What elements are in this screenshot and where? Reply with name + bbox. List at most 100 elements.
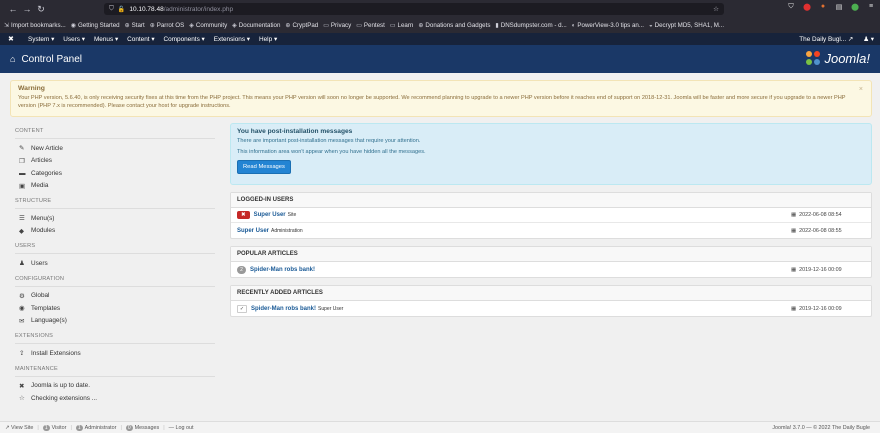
- bookmark-star-icon[interactable]: ☆: [713, 5, 719, 13]
- close-icon[interactable]: ×: [859, 86, 863, 93]
- messages-link[interactable]: 0 Messages: [125, 424, 159, 431]
- sidebar-heading: EXTENSIONS: [15, 333, 215, 344]
- reload-icon[interactable]: ↻: [34, 4, 48, 15]
- bookmark-item[interactable]: ▭ Privacy: [323, 22, 351, 29]
- menu-system[interactable]: System ▾: [28, 35, 54, 43]
- user-client: Site: [287, 212, 297, 218]
- ublock-icon[interactable]: ⬤: [802, 3, 812, 11]
- bookmark-item[interactable]: ▭ Pentest: [356, 22, 385, 29]
- home-icon: ⌂: [10, 54, 16, 64]
- globe-icon: ⊕: [149, 23, 155, 29]
- fox-extension-icon[interactable]: ●: [818, 3, 828, 11]
- sidebar-item-articles[interactable]: ❐ Articles: [15, 155, 215, 168]
- sidebar-item-joomla-is-up-to-date[interactable]: ✖ Joomla is up to date.: [15, 380, 215, 393]
- menu-menus[interactable]: Menus ▾: [94, 35, 118, 43]
- published-check-icon[interactable]: ✓: [237, 304, 247, 313]
- calendar-icon: ▦: [791, 212, 797, 218]
- bookmark-item[interactable]: ▮ DNSdumpster.com - d...: [495, 22, 566, 29]
- bookmark-item[interactable]: ▭ Learn: [390, 22, 414, 29]
- joomla-mini-icon[interactable]: ✖: [8, 35, 18, 43]
- administrators-link[interactable]: 1 Administrator: [75, 424, 116, 431]
- article-link[interactable]: Spider-Man robs bank!: [250, 267, 315, 273]
- menu-help[interactable]: Help ▾: [259, 35, 277, 43]
- sidebar-item-users[interactable]: ♟ Users: [15, 257, 215, 270]
- cube-icon: ◆: [19, 227, 24, 235]
- menu-users[interactable]: Users ▾: [63, 35, 85, 43]
- star-icon: ☆: [19, 395, 25, 403]
- sidebar-item-menu-s[interactable]: ☰ Menu(s): [15, 212, 215, 225]
- url-bar[interactable]: ⛉ 🔓 10.10.78.48 /administrator/index.php…: [104, 3, 724, 15]
- bookmark-item[interactable]: ◉ Getting Started: [71, 22, 120, 29]
- menu-extensions[interactable]: Extensions ▾: [214, 35, 250, 43]
- sidebar-heading: STRUCTURE: [15, 198, 215, 209]
- module-heading: POPULAR ARTICLES: [231, 247, 871, 262]
- article-link[interactable]: Spider-Man robs bank!: [251, 306, 316, 312]
- github-icon: ◐: [571, 22, 576, 29]
- container-icon[interactable]: ▤: [834, 3, 844, 11]
- bookmark-item[interactable]: ◈ Community: [189, 22, 227, 29]
- back-icon[interactable]: ←: [6, 4, 20, 14]
- sidebar-item-global[interactable]: ⚙ Global: [15, 290, 215, 303]
- firefox-icon: ◉: [70, 23, 76, 29]
- bookmark-item[interactable]: ⊕ CryptPad: [285, 22, 318, 29]
- visitors-link[interactable]: 1 Visitor: [42, 424, 66, 431]
- php-warning-alert: × Warning Your PHP version, 5.6.40, is o…: [10, 80, 872, 117]
- pencil-icon: ✎: [19, 145, 25, 153]
- bookmark-item[interactable]: ◒ Decrypt MD5, SHA1, M...: [649, 22, 724, 29]
- folder-icon: ▭: [323, 23, 329, 29]
- calendar-icon: ▦: [791, 227, 797, 234]
- folder-icon: ▭: [356, 23, 362, 29]
- url-host: 10.10.78.48: [129, 5, 164, 13]
- table-row: ✓ Spider-Man robs bank! Super User ▦ 2019…: [231, 301, 871, 316]
- folder-icon: ▭: [389, 23, 396, 29]
- bookmark-item[interactable]: ⊕ Start: [125, 22, 145, 29]
- sidebar-item-media[interactable]: ▣ Media: [15, 180, 215, 193]
- logout-user-button[interactable]: ✖: [237, 211, 250, 219]
- image-icon: ▣: [19, 182, 26, 190]
- user-name-link[interactable]: Super User: [254, 212, 286, 218]
- sidebar-item-label: Categories: [31, 169, 62, 177]
- bookmark-item[interactable]: ⊕ Donations and Gadgets: [418, 22, 490, 29]
- url-row: ← → ↻ ⛉ 🔓 10.10.78.48 /administrator/ind…: [0, 0, 880, 18]
- privacy-badger-icon[interactable]: ⬤: [850, 3, 860, 11]
- upload-icon: ⇪: [19, 350, 25, 358]
- sidebar-item-categories[interactable]: ▬ Categories: [15, 167, 215, 180]
- main-content: You have post-installation messages Ther…: [230, 123, 872, 317]
- sidebar-heading: USERS: [15, 243, 215, 254]
- sidebar-item-templates[interactable]: ◉ Templates: [15, 302, 215, 315]
- user-client: Administration: [271, 227, 303, 234]
- sidebar-item-checking-extensions[interactable]: ☆ Checking extensions ...: [15, 392, 215, 405]
- user-name-link[interactable]: Super User: [237, 228, 269, 234]
- insecure-lock-icon[interactable]: 🔓: [118, 6, 125, 13]
- user-icon: ♟: [863, 36, 869, 43]
- sidebar-item-language-s[interactable]: ✉ Language(s): [15, 315, 215, 328]
- sidebar-item-label: Install Extensions: [31, 349, 81, 357]
- user-menu[interactable]: ♟ ▾: [863, 35, 874, 43]
- row-date: ▦ 2022-06-08 08:54: [791, 212, 842, 218]
- menu-icon[interactable]: ≡: [866, 3, 876, 11]
- bookmark-item[interactable]: ⇲ Import bookmarks...: [4, 22, 66, 29]
- menu-content[interactable]: Content ▾: [127, 35, 154, 43]
- module-heading: LOGGED-IN USERS: [231, 193, 871, 208]
- pocket-icon[interactable]: ⛉: [786, 3, 796, 11]
- forward-icon[interactable]: →: [20, 4, 34, 14]
- menu-components[interactable]: Components ▾: [164, 35, 205, 43]
- post-install-line1: There are important post-installation me…: [237, 138, 421, 144]
- page-title: Control Panel: [21, 53, 83, 65]
- site-link[interactable]: The Daily Bugl... ↗: [799, 35, 853, 43]
- sidebar-item-label: New Article: [31, 144, 63, 152]
- logout-link[interactable]: — Log out: [169, 425, 194, 431]
- sidebar-item-label: Language(s): [31, 317, 67, 325]
- users-icon: ♟: [19, 260, 25, 268]
- logged-in-users-module: LOGGED-IN USERS ✖ Super User Site ▦ 2022-…: [230, 192, 872, 239]
- bookmark-item[interactable]: ⊕ Parrot OS: [150, 22, 185, 29]
- table-row: Super User Administration ▦ 2022-06-08 08…: [231, 223, 871, 238]
- bookmark-item[interactable]: ◐ PowerView-3.0 tips an...: [572, 22, 644, 29]
- sidebar-item-new-article[interactable]: ✎ New Article: [15, 142, 215, 155]
- sidebar-item-install-extensions[interactable]: ⇪ Install Extensions: [15, 347, 215, 360]
- sidebar-item-modules[interactable]: ◆ Modules: [15, 225, 215, 238]
- view-site-link[interactable]: ↗ View Site: [5, 425, 33, 431]
- read-messages-button[interactable]: Read Messages: [237, 160, 291, 174]
- shield-icon[interactable]: ⛉: [109, 5, 114, 13]
- bookmark-item[interactable]: ◈ Documentation: [232, 22, 280, 29]
